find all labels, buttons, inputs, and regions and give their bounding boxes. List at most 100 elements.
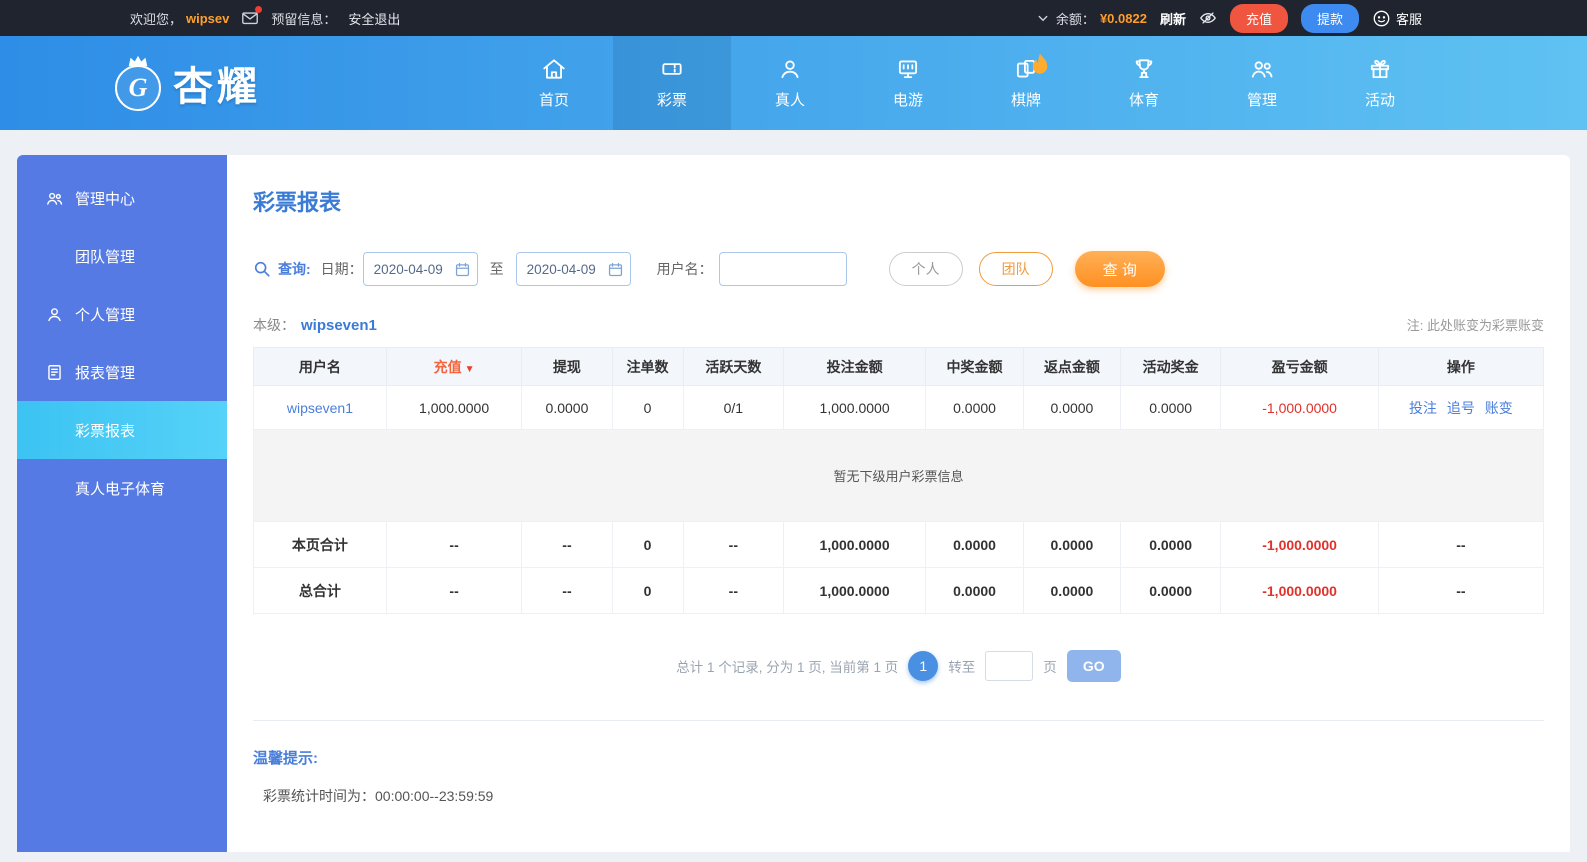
cell-activity-bonus: 0.0000	[1119, 385, 1222, 430]
logout-link[interactable]: 安全退出	[348, 9, 400, 28]
welcome-text: 欢迎您，	[130, 11, 183, 27]
date-label: 日期：	[320, 261, 363, 277]
empty-message: 暂无下级用户彩票信息	[253, 429, 1544, 522]
lottery-report-table: 用户名 充值 ▼ 提现 注单数 活跃天数 投注金额 中奖金额 返点金额 活动奖金 …	[253, 347, 1545, 614]
eye-slash-icon[interactable]	[1199, 9, 1217, 27]
cell-profit-loss: -1,000.0000	[1220, 385, 1379, 430]
col-header-profit-loss: 盈亏金额	[1220, 347, 1379, 386]
service-label: 客服	[1395, 11, 1422, 27]
slot-machine-icon	[895, 56, 921, 82]
home-icon	[541, 56, 567, 82]
nav-item-home[interactable]: 首页	[495, 36, 613, 130]
sidebar-item-admin-center[interactable]: 管理中心	[17, 169, 227, 227]
topbar: 欢迎您， wipsev 预留信息： 安全退出 余额： ¥0.0822 刷新 充值…	[0, 0, 1587, 36]
action-chase-link[interactable]: 追号	[1447, 400, 1475, 416]
col-header-username: 用户名	[253, 347, 387, 386]
query-label: 查询:	[278, 261, 311, 277]
sidebar-item-team-manage[interactable]: 团队管理	[17, 227, 227, 285]
nav-item-activity[interactable]: 活动	[1321, 36, 1439, 130]
page-1-button[interactable]: 1	[908, 651, 939, 681]
cards-icon	[1013, 53, 1048, 82]
brand-name: 杏耀	[173, 65, 261, 109]
to-label: 至	[489, 261, 504, 277]
divider	[253, 720, 1544, 721]
cell-actions: 投注 追号 账变	[1377, 385, 1545, 430]
page-title: 彩票报表	[253, 190, 342, 215]
username-input[interactable]	[718, 252, 847, 286]
team-filter-button[interactable]: 团队	[978, 252, 1053, 286]
nav-item-sports[interactable]: 体育	[1085, 36, 1203, 130]
action-bet-link[interactable]: 投注	[1409, 400, 1437, 416]
content-layout: 管理中心 团队管理 个人管理 报表管理 彩票报表 真人电子体育 彩票报表 查询:…	[17, 155, 1570, 852]
level-label: 本级：	[253, 317, 295, 333]
cell-recharge: 1,000.0000	[385, 385, 523, 430]
personal-filter-button[interactable]: 个人	[888, 252, 963, 286]
customer-service-button[interactable]: 客服	[1372, 9, 1422, 28]
col-header-win-amount: 中奖金额	[925, 347, 1025, 386]
gift-icon	[1367, 56, 1393, 82]
refresh-button[interactable]: 刷新	[1160, 9, 1186, 28]
search-bar: 查询: 日期： 至 用户名： 个人 团队 查 询	[253, 251, 1544, 287]
action-account-change-link[interactable]: 账变	[1485, 400, 1513, 416]
brand-logo: G	[115, 55, 161, 111]
reserved-info-label: 预留信息：	[271, 11, 337, 27]
username-label: 用户名：	[656, 261, 713, 277]
date-from-field	[362, 252, 478, 286]
col-header-bet-count: 注单数	[611, 347, 684, 386]
lottery-ticket-icon	[659, 56, 685, 82]
nav-item-egames[interactable]: 电游	[849, 36, 967, 130]
balance-value: ¥0.0822	[1099, 10, 1147, 26]
col-header-recharge[interactable]: 充值 ▼	[385, 347, 523, 386]
withdraw-button[interactable]: 提款	[1300, 3, 1359, 33]
user-icon	[45, 305, 64, 324]
trophy-icon	[1131, 56, 1157, 82]
users-icon	[45, 189, 64, 208]
logo-letter: G	[128, 73, 148, 102]
level-user-link[interactable]: wipseven1	[301, 317, 377, 334]
page-unit-label: 页	[1043, 660, 1057, 675]
cell-bet-amount: 1,000.0000	[783, 385, 927, 430]
envelope-icon[interactable]	[241, 6, 263, 27]
recharge-button[interactable]: 充值	[1229, 3, 1288, 33]
tips-title: 温馨提示:	[253, 750, 318, 767]
nav-item-manage[interactable]: 管理	[1203, 36, 1321, 130]
col-header-actions: 操作	[1377, 347, 1545, 386]
sidebar-item-report-manage[interactable]: 报表管理	[17, 343, 227, 401]
date-to-input[interactable]	[515, 252, 631, 286]
table-row: wipseven1 1,000.0000 0.0000 0 0/1 1,000.…	[253, 385, 1545, 430]
grand-total-row: 总合计 -- -- 0 -- 1,000.0000 0.0000 0.0000 …	[253, 567, 1545, 614]
sort-desc-icon: ▼	[464, 363, 475, 375]
account-change-note: 注: 此处账变为彩票账变	[1406, 318, 1544, 333]
go-button[interactable]: GO	[1066, 650, 1121, 682]
tips-content: 彩票统计时间为：00:00:00--23:59:59	[263, 788, 494, 804]
cell-withdraw: 0.0000	[521, 385, 613, 430]
pagination: 总计 1 个记录, 分为 1 页, 当前第 1 页 1 转至 页 GO	[253, 650, 1544, 682]
cell-bet-count: 0	[611, 385, 684, 430]
sidebar-item-lottery-report[interactable]: 彩票报表	[17, 401, 227, 459]
search-button[interactable]: 查 询	[1074, 251, 1165, 287]
brand[interactable]: G 杏耀	[115, 54, 261, 112]
sidebar-item-personal-manage[interactable]: 个人管理	[17, 285, 227, 343]
date-to-field	[515, 252, 631, 286]
person-icon	[777, 56, 803, 82]
nav-item-live[interactable]: 真人	[731, 36, 849, 130]
goto-page-input[interactable]	[985, 651, 1034, 681]
col-header-rebate: 返点金额	[1023, 347, 1121, 386]
balance-label: 余额：	[1055, 11, 1095, 27]
goto-label: 转至	[948, 660, 976, 675]
cell-active-days: 0/1	[682, 385, 785, 430]
nav-item-lottery[interactable]: 彩票	[613, 36, 731, 130]
users-icon	[1249, 56, 1275, 82]
nav-item-chess[interactable]: 棋牌	[967, 36, 1085, 130]
col-header-active-days: 活跃天数	[682, 347, 785, 386]
row-username-link[interactable]: wipseven1	[287, 400, 353, 416]
col-header-activity-bonus: 活动奖金	[1119, 347, 1222, 386]
topbar-username: wipsev	[186, 10, 230, 26]
cell-rebate: 0.0000	[1023, 385, 1121, 430]
level-row: 本级： wipseven1 注: 此处账变为彩票账变	[253, 315, 1544, 335]
caret-down-icon[interactable]	[1037, 12, 1049, 24]
date-from-input[interactable]	[362, 252, 478, 286]
sidebar-item-live-egame-sports[interactable]: 真人电子体育	[17, 459, 227, 517]
page-total-row: 本页合计 -- -- 0 -- 1,000.0000 0.0000 0.0000…	[253, 521, 1545, 568]
unread-dot	[255, 6, 263, 13]
